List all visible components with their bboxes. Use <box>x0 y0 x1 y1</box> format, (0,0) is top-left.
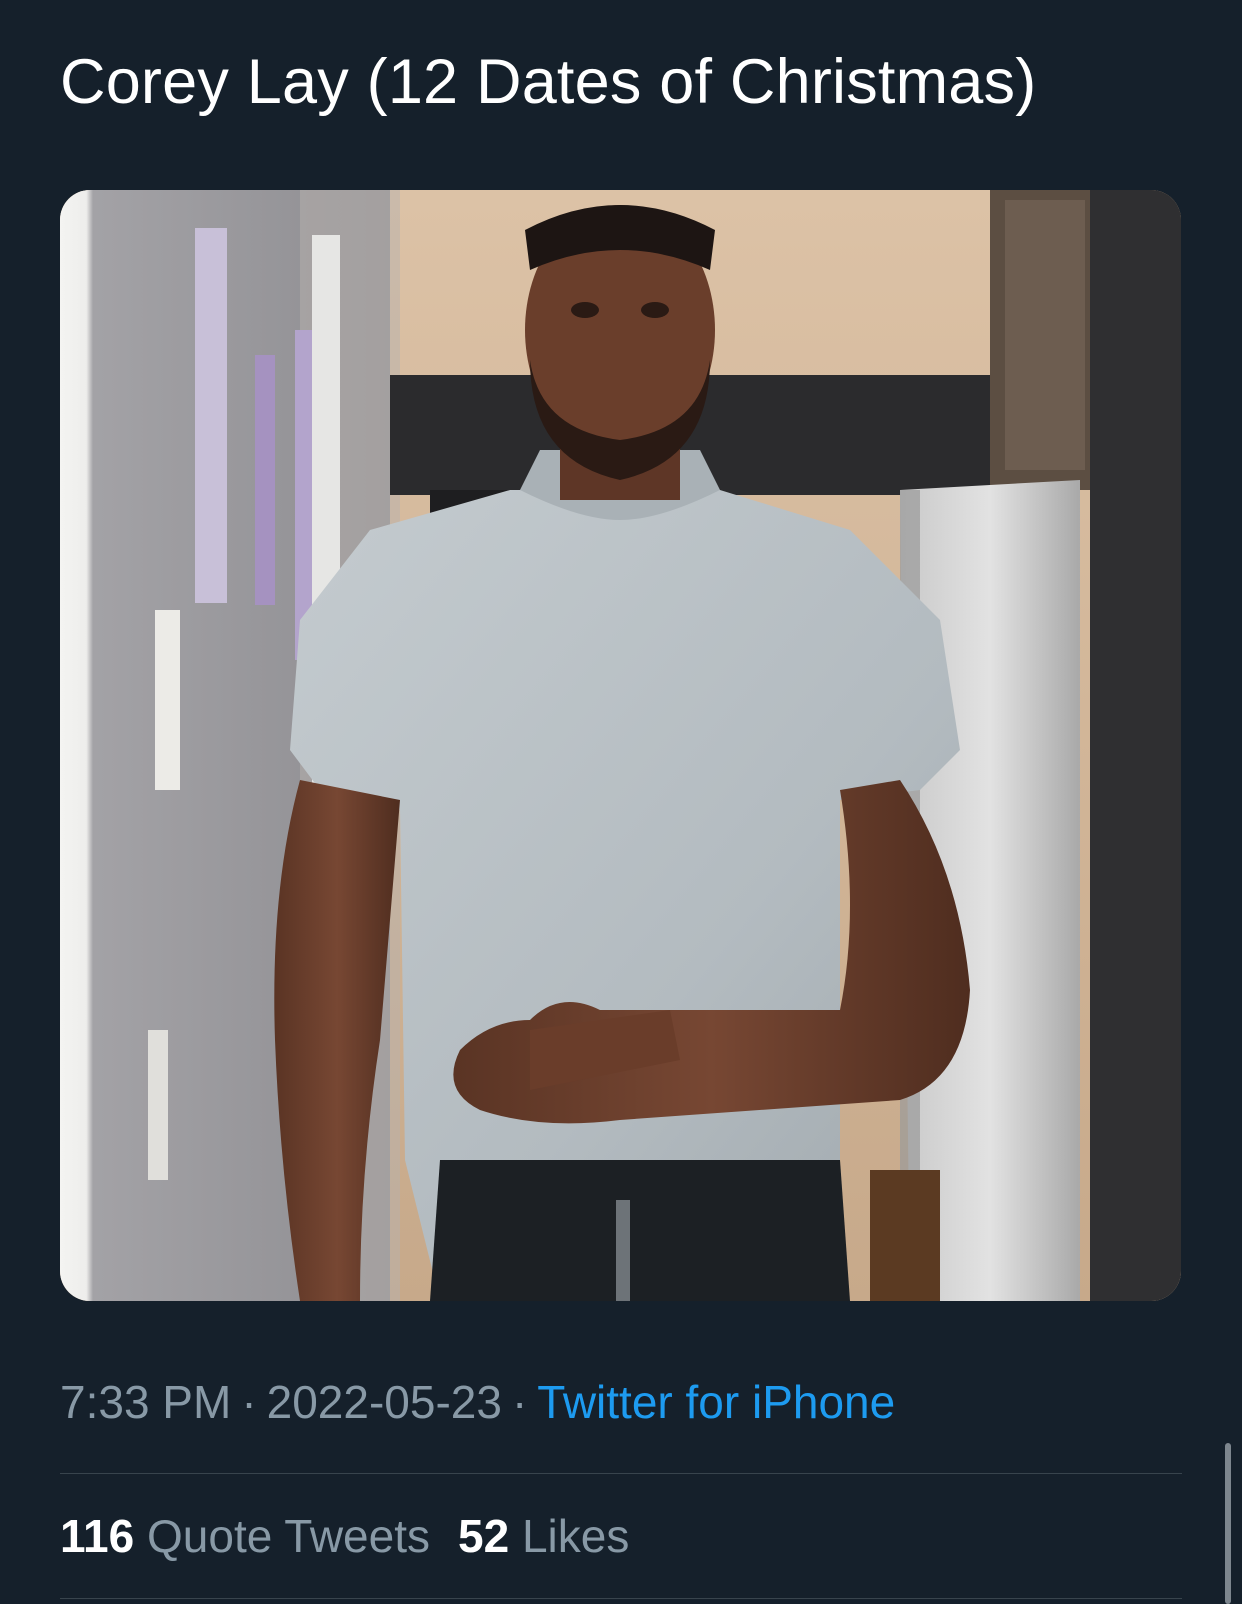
quote-tweets-label: Quote Tweets <box>147 1510 430 1562</box>
divider <box>60 1598 1182 1599</box>
meta-separator: · <box>511 1376 528 1428</box>
quote-tweets-count: 116 <box>60 1510 135 1562</box>
likes-count: 52 <box>458 1510 510 1562</box>
quote-tweets-stat[interactable]: 116 Quote Tweets <box>60 1510 430 1562</box>
tweet-text: Corey Lay (12 Dates of Christmas) <box>60 47 1037 117</box>
tweet-stats: 116 Quote Tweets 52 Likes <box>60 1506 629 1566</box>
photo-illustration <box>60 190 1181 1301</box>
tweet-time[interactable]: 7:33 PM <box>60 1376 231 1428</box>
divider <box>60 1473 1182 1474</box>
tweet-detail-view: Corey Lay (12 Dates of Christmas) 7:33 P… <box>0 0 1242 1604</box>
likes-label: Likes <box>521 1510 630 1562</box>
likes-stat[interactable]: 52 Likes <box>458 1510 629 1562</box>
scrollbar[interactable] <box>1225 1443 1231 1604</box>
tweet-photo[interactable] <box>60 190 1181 1301</box>
tweet-source-link[interactable]: Twitter for iPhone <box>537 1376 895 1428</box>
tweet-meta: 7:33 PM · 2022-05-23 · Twitter for iPhone <box>60 1372 895 1432</box>
meta-separator: · <box>241 1376 257 1428</box>
tweet-date[interactable]: 2022-05-23 <box>267 1376 502 1428</box>
